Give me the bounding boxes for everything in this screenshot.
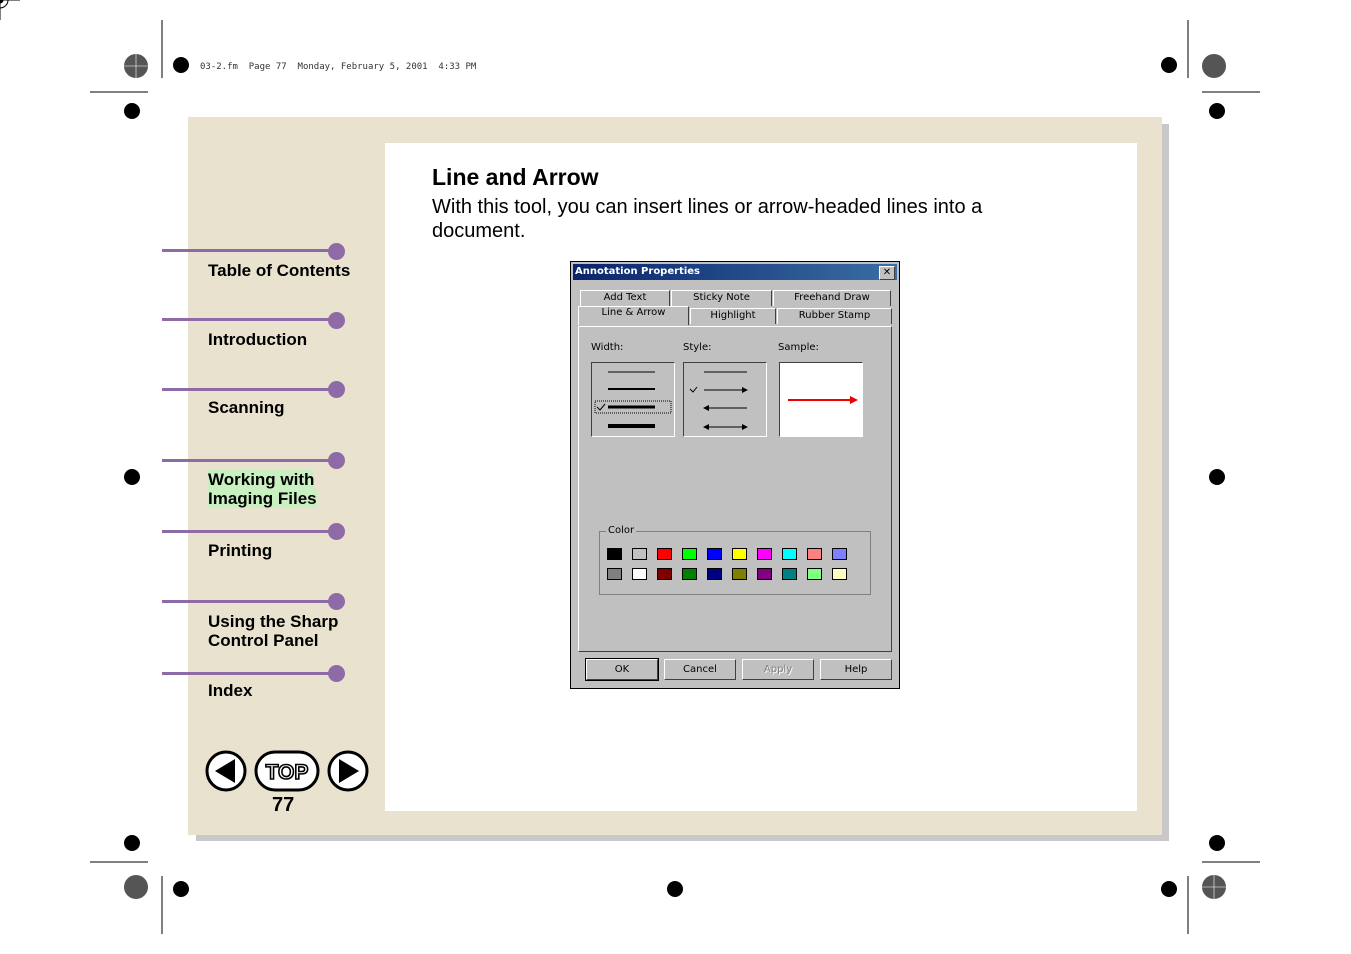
color-swatch[interactable] xyxy=(632,548,647,560)
annotation-properties-dialog: Annotation Properties ✕ Add Text Sticky … xyxy=(570,261,900,689)
sample-label: Sample: xyxy=(778,342,819,353)
color-swatch[interactable] xyxy=(807,548,822,560)
nav-label: Working with Imaging Files xyxy=(208,470,317,508)
nav-label: Using the Sharp Control Panel xyxy=(208,612,339,650)
color-group xyxy=(599,531,871,595)
style-label: Style: xyxy=(683,342,712,353)
color-swatch[interactable] xyxy=(607,548,622,560)
dialog-title: Annotation Properties xyxy=(575,266,700,277)
color-swatch[interactable] xyxy=(657,568,672,580)
color-swatch[interactable] xyxy=(757,548,772,560)
color-label: Color xyxy=(606,525,637,536)
color-swatch[interactable] xyxy=(732,568,747,580)
tab-freehand-draw[interactable]: Freehand Draw xyxy=(773,290,891,306)
nav-label: Table of Contents xyxy=(208,261,351,280)
color-swatch[interactable] xyxy=(657,548,672,560)
color-swatch[interactable] xyxy=(832,568,847,580)
top-label: TOP xyxy=(266,761,309,784)
nav-label: Printing xyxy=(208,541,273,560)
close-icon[interactable]: ✕ xyxy=(879,266,895,280)
apply-button[interactable]: Apply xyxy=(742,659,814,680)
help-button[interactable]: Help xyxy=(820,659,892,680)
color-swatch[interactable] xyxy=(782,568,797,580)
width-list[interactable] xyxy=(591,362,675,437)
top-button[interactable]: TOP xyxy=(254,750,320,792)
color-swatch[interactable] xyxy=(682,568,697,580)
color-swatch[interactable] xyxy=(782,548,797,560)
nav-label: Index xyxy=(208,681,253,700)
section-body: With this tool, you can insert lines or … xyxy=(432,196,983,242)
ok-button[interactable]: OK xyxy=(585,658,659,681)
width-label: Width: xyxy=(591,342,624,353)
color-swatch[interactable] xyxy=(807,568,822,580)
color-swatch[interactable] xyxy=(757,568,772,580)
right-arrow-icon[interactable] xyxy=(327,750,369,792)
tab-rubber-stamp[interactable]: Rubber Stamp xyxy=(777,308,892,324)
color-swatch[interactable] xyxy=(707,568,722,580)
left-arrow-icon[interactable] xyxy=(205,750,247,792)
tab-sticky-note[interactable]: Sticky Note xyxy=(671,290,772,306)
page-number: 77 xyxy=(272,794,295,816)
tab-line-arrow[interactable]: Line & Arrow xyxy=(578,306,689,325)
sample-preview xyxy=(779,362,863,437)
section-title: Line and Arrow xyxy=(432,164,599,190)
dialog-titlebar: Annotation Properties ✕ xyxy=(573,264,897,280)
style-list[interactable] xyxy=(683,362,767,437)
cancel-button[interactable]: Cancel xyxy=(664,659,736,680)
tab-add-text[interactable]: Add Text xyxy=(580,290,670,306)
color-swatch[interactable] xyxy=(682,548,697,560)
color-swatch[interactable] xyxy=(707,548,722,560)
nav-label: Scanning xyxy=(208,398,285,417)
color-swatch[interactable] xyxy=(632,568,647,580)
tab-highlight[interactable]: Highlight xyxy=(690,308,776,324)
color-swatch[interactable] xyxy=(732,548,747,560)
nav-label: Introduction xyxy=(208,330,308,349)
color-swatch[interactable] xyxy=(832,548,847,560)
tab-panel: Width: Style: Sample: Color xyxy=(578,326,892,652)
color-swatch[interactable] xyxy=(607,568,622,580)
